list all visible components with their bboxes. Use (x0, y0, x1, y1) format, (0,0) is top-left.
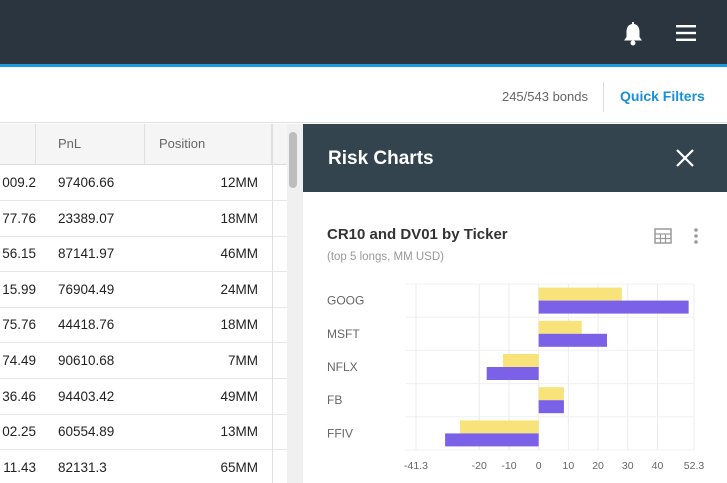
cell-prev-value: 009.2 (2, 175, 36, 190)
table-row[interactable]: 009.2 97406.66 12MM (0, 165, 287, 201)
cell-prev-value: 74.49 (2, 353, 36, 368)
x-tick-label: -41.3 (404, 460, 428, 472)
table-row[interactable]: 56.15 87141.97 46MM (0, 236, 287, 273)
cell-prev-value: 36.46 (2, 388, 36, 404)
grid-scrollbar[interactable] (287, 124, 303, 483)
chart-bar (538, 300, 689, 314)
cell-prev-value: 11.43 (3, 459, 36, 475)
cell-position: 65MM (220, 459, 258, 475)
column-header-position[interactable]: Position (145, 124, 272, 165)
grid-header: PnL Position (0, 124, 287, 165)
more-options-icon[interactable] (693, 227, 699, 245)
x-tick-label: 0 (536, 460, 542, 472)
cell-prev-value: 15.99 (2, 281, 36, 297)
y-tick-label: FB (327, 393, 342, 407)
app-header (0, 0, 727, 67)
cell-position: 13MM (220, 424, 258, 440)
column-header-prev[interactable] (0, 124, 36, 165)
chart-bar (538, 287, 622, 301)
x-tick-label: 20 (592, 460, 604, 472)
cell-position: 7MM (228, 353, 258, 368)
cell-pnl: 94403.42 (58, 388, 115, 404)
y-tick-label: MSFT (327, 327, 360, 341)
cell-pnl: 82131.3 (58, 459, 107, 475)
y-tick-label: GOOG (327, 294, 364, 308)
x-tick-label: -10 (501, 460, 516, 472)
chart-bar (538, 400, 564, 414)
cell-pnl: 97406.66 (58, 175, 115, 190)
cell-prev-value: 75.76 (2, 317, 36, 333)
chart-bar (445, 433, 539, 447)
chart-bar (459, 420, 539, 434)
chart-bar (538, 320, 582, 334)
chart-bar (486, 367, 539, 380)
cell-pnl: 87141.97 (58, 246, 115, 262)
cell-pnl: 23389.07 (58, 210, 115, 226)
chart-bar (538, 333, 607, 347)
table-row[interactable]: 02.25 60554.89 13MM (0, 414, 287, 451)
cell-prev-value: 02.25 (2, 424, 36, 440)
cell-position: 12MM (220, 175, 258, 190)
table-row[interactable]: 77.76 23389.07 18MM (0, 201, 287, 237)
menu-icon[interactable] (676, 24, 696, 42)
cell-position: 46MM (220, 246, 258, 262)
table-row[interactable]: 74.49 90610.68 7MM (0, 343, 287, 379)
table-row[interactable]: 75.76 44418.76 18MM (0, 307, 287, 344)
table-view-icon[interactable] (654, 228, 672, 244)
cell-pnl: 60554.89 (58, 424, 115, 440)
bond-grid: PnL Position 009.2 97406.66 12MM 77.76 23389… (0, 124, 287, 483)
chart-subtitle: (top 5 longs, MM USD) (327, 251, 444, 263)
divider (603, 82, 604, 112)
table-row[interactable]: 36.46 94403.42 49MM (0, 379, 287, 415)
y-tick-label: NFLX (327, 360, 358, 374)
column-divider (272, 124, 273, 483)
panel-title: Risk Charts (328, 148, 434, 169)
quick-filters-link[interactable]: Quick Filters (620, 88, 705, 104)
close-icon[interactable] (675, 148, 695, 168)
cell-position: 49MM (220, 388, 258, 404)
bond-count: 245/543 bonds (501, 89, 588, 104)
cell-pnl: 76904.49 (58, 281, 115, 297)
cell-position: 18MM (220, 317, 258, 333)
scrollbar-thumb[interactable] (289, 132, 297, 188)
table-row[interactable]: 11.43 82131.3 65MM (0, 450, 287, 483)
x-tick-label: 40 (652, 460, 664, 472)
cell-position: 18MM (220, 210, 258, 226)
cell-prev-value: 56.15 (2, 246, 36, 262)
cell-position: 24MM (220, 281, 258, 297)
x-tick-label: 10 (563, 460, 575, 472)
x-tick-label: -20 (472, 460, 487, 472)
filter-bar: 245/543 bonds Quick Filters (0, 70, 727, 123)
bell-icon[interactable] (622, 22, 644, 46)
cell-prev-value: 77.76 (2, 210, 36, 226)
x-tick-label: 52.3 (684, 460, 705, 472)
column-header-pnl[interactable]: PnL (36, 124, 145, 165)
panel-header: Risk Charts (303, 124, 727, 192)
chart-bar (538, 387, 564, 401)
chart-bar (503, 354, 539, 367)
chart-title: CR10 and DV01 by Ticker (327, 226, 508, 243)
y-tick-label: FFIV (327, 426, 353, 440)
cell-pnl: 44418.76 (58, 317, 115, 333)
cell-pnl: 90610.68 (58, 353, 115, 368)
table-row[interactable]: 15.99 76904.49 24MM (0, 272, 287, 308)
ticker-bar-chart: GOOG MSFT NFLX FB FFIV -41.3 -20 -10 0 10 20 30 40 52… (327, 283, 705, 472)
x-tick-label: 30 (622, 460, 634, 472)
